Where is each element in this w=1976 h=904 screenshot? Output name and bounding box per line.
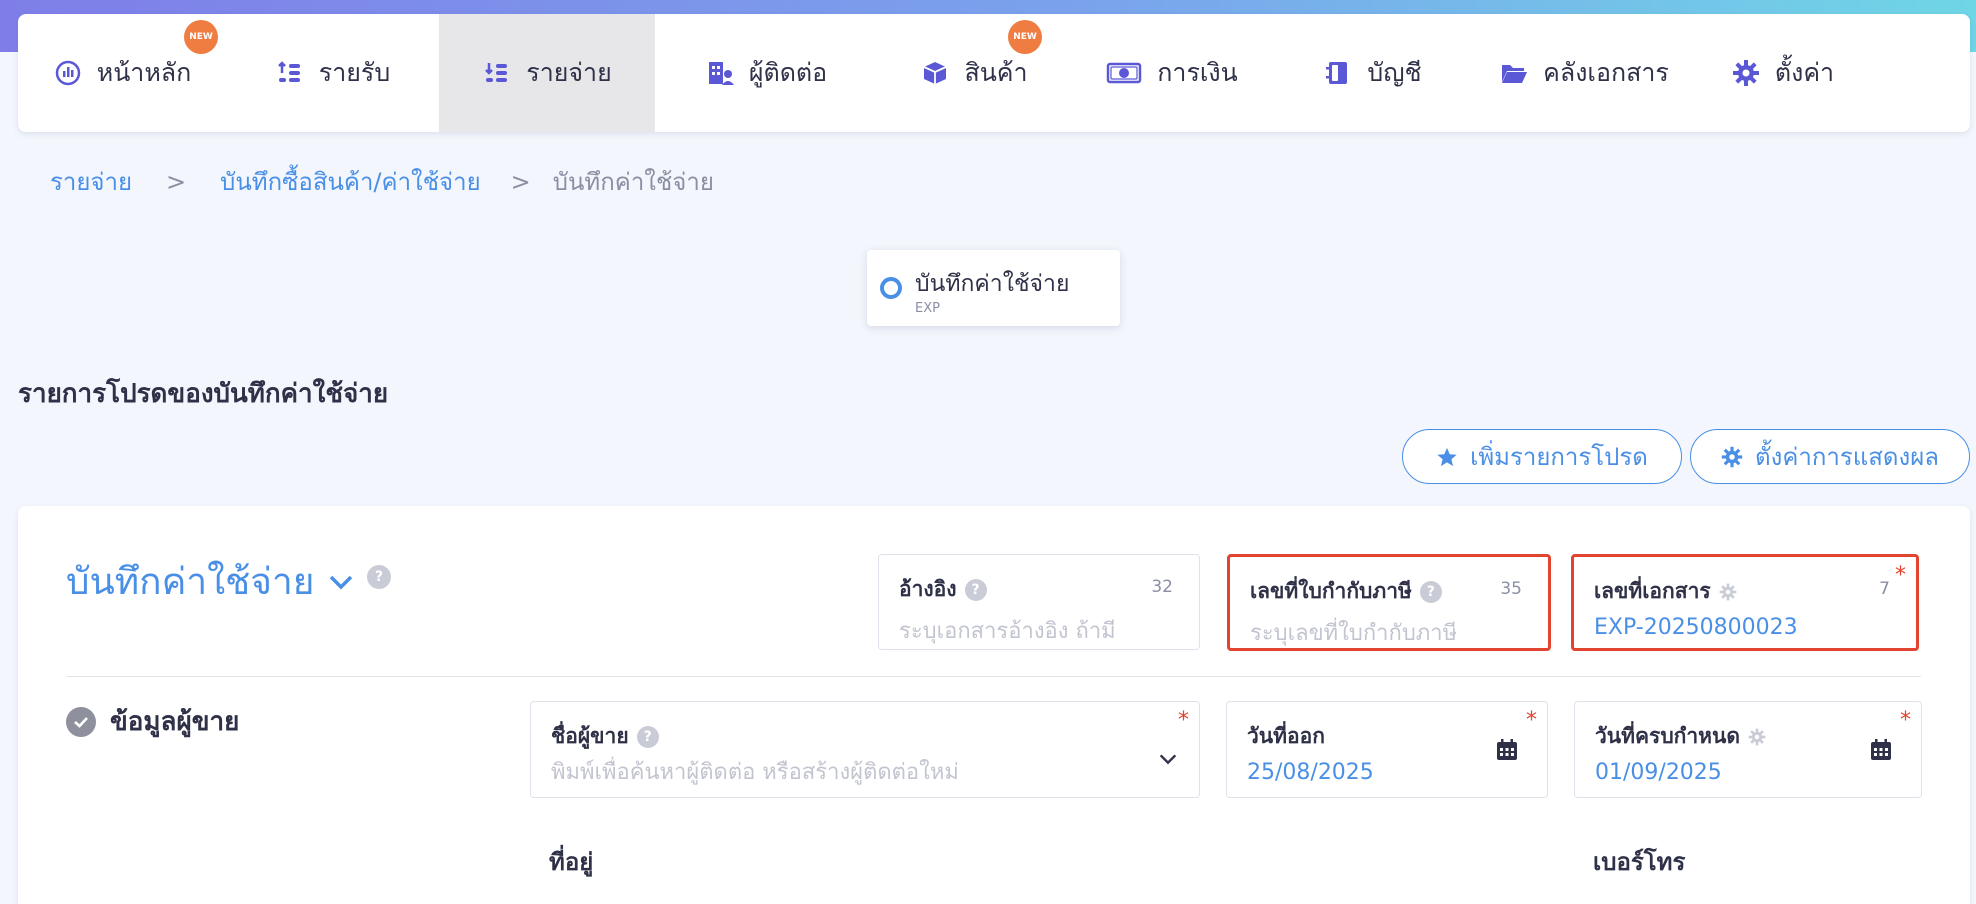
nav-label-expense: รายจ่าย — [526, 58, 612, 87]
chevron-down-icon — [330, 575, 353, 589]
calendar-icon[interactable] — [1495, 738, 1519, 762]
breadcrumb-separator: > — [166, 167, 187, 196]
doc-title: บันทึกค่าใช้จ่าย — [66, 560, 315, 603]
nav-label-settings: ตั้งค่า — [1774, 58, 1835, 87]
doctype-code: EXP — [915, 301, 940, 316]
document-number-field[interactable]: เลขที่เอกสาร 7 * EXP-20250800023 — [1571, 554, 1919, 651]
breadcrumb-separator: > — [510, 167, 531, 196]
expense-icon — [482, 58, 512, 88]
required-marker: * — [1895, 563, 1906, 588]
required-marker: * — [1178, 708, 1189, 733]
required-marker: * — [1900, 708, 1911, 733]
vendor-section-title: ข้อมูลผู้ขาย — [66, 701, 239, 742]
reference-field[interactable]: อ้างอิง ? 32 ระบุเอกสารอ้างอิง ถ้ามี — [878, 554, 1200, 650]
star-icon — [1437, 447, 1457, 466]
nav-label-contacts: ผู้ติดต่อ — [748, 58, 828, 87]
section-divider — [66, 676, 1921, 677]
contacts-icon — [705, 58, 735, 88]
help-icon[interactable]: ? — [636, 725, 659, 748]
document-number-char-counter: 7 — [1879, 579, 1890, 599]
nav-item-documents[interactable]: คลังเอกสาร — [1473, 14, 1695, 132]
address-label: ที่อยู่ — [549, 848, 594, 876]
nav-label-products: สินค้า — [964, 58, 1028, 87]
gear-icon — [1721, 446, 1743, 467]
vendor-name-label: ชื่อผู้ขาย — [551, 724, 629, 748]
main-nav: หน้าหลัก NEW รายรับ รายจ่าย ผู้ติดต่อ สิ… — [18, 14, 1970, 132]
doc-type-dropdown[interactable]: บันทึกค่าใช้จ่าย — [66, 552, 356, 611]
display-settings-button[interactable]: ตั้งค่าการแสดงผล — [1690, 429, 1970, 484]
nav-label-income: รายรับ — [318, 58, 391, 87]
document-number-label: เลขที่เอกสาร — [1594, 579, 1711, 603]
money-icon — [1105, 58, 1143, 88]
favorites-heading: รายการโปรดของบันทึกค่าใช้จ่าย — [18, 379, 389, 409]
gear-icon — [1731, 58, 1761, 88]
product-box-icon — [920, 58, 950, 88]
issue-date-field[interactable]: วันที่ออก * 25/08/2025 — [1226, 701, 1548, 798]
help-icon[interactable]: ? — [964, 578, 987, 601]
document-number-value: EXP-20250800023 — [1594, 615, 1798, 640]
gear-icon[interactable] — [1748, 728, 1766, 746]
doctype-title: บันทึกค่าใช้จ่าย — [915, 271, 1070, 297]
chevron-down-icon[interactable] — [1157, 748, 1179, 770]
nav-item-home[interactable]: หน้าหลัก NEW — [18, 14, 226, 132]
tax-invoice-placeholder: ระบุเลขที่ใบกำกับภาษี — [1250, 621, 1458, 646]
nav-item-products[interactable]: สินค้า NEW — [877, 14, 1071, 132]
calendar-icon[interactable] — [1869, 738, 1893, 762]
required-marker: * — [1526, 708, 1537, 733]
due-date-field[interactable]: วันที่ครบกำหนด * 01/09/2025 — [1574, 701, 1922, 798]
nav-item-contacts[interactable]: ผู้ติดต่อ — [655, 14, 877, 132]
tax-invoice-char-counter: 35 — [1500, 579, 1522, 599]
nav-item-income[interactable]: รายรับ — [226, 14, 439, 132]
issue-date-value: 25/08/2025 — [1247, 760, 1374, 785]
due-date-label: วันที่ครบกำหนด — [1595, 724, 1740, 748]
vendor-name-placeholder: พิมพ์เพื่อค้นหาผู้ติดต่อ หรือสร้างผู้ติด… — [551, 760, 959, 785]
radio-selected-icon[interactable] — [880, 277, 902, 299]
nav-label-home: หน้าหลัก — [96, 58, 192, 87]
vendor-section-label: ข้อมูลผู้ขาย — [110, 707, 240, 737]
nav-label-accounting: บัญชี — [1367, 58, 1422, 87]
reference-char-counter: 32 — [1151, 577, 1173, 597]
breadcrumb-current: บันทึกค่าใช้จ่าย — [552, 168, 714, 196]
issue-date-label: วันที่ออก — [1247, 724, 1325, 748]
add-favorite-label: เพิ่มรายการโปรด — [1470, 443, 1648, 471]
dashboard-icon — [53, 58, 83, 88]
reference-placeholder: ระบุเอกสารอ้างอิง ถ้ามี — [899, 619, 1116, 644]
reference-label: อ้างอิง — [899, 577, 957, 601]
new-badge: NEW — [1008, 20, 1042, 54]
nav-label-documents: คลังเอกสาร — [1543, 58, 1669, 87]
nav-item-accounting[interactable]: บัญชี — [1272, 14, 1473, 132]
check-circle-icon — [66, 706, 96, 737]
display-settings-label: ตั้งค่าการแสดงผล — [1755, 443, 1939, 471]
new-badge: NEW — [184, 20, 218, 54]
nav-item-settings[interactable]: ตั้งค่า — [1695, 14, 1870, 132]
help-icon[interactable]: ? — [367, 565, 391, 589]
income-icon — [275, 58, 305, 88]
nav-label-finance: การเงิน — [1157, 58, 1238, 87]
vendor-name-select[interactable]: ชื่อผู้ขาย ? * พิมพ์เพื่อค้นหาผู้ติดต่อ … — [530, 701, 1200, 798]
folder-icon — [1499, 58, 1529, 88]
add-favorite-button[interactable]: เพิ่มรายการโปรด — [1402, 429, 1682, 484]
ledger-icon — [1323, 58, 1353, 88]
due-date-value: 01/09/2025 — [1595, 760, 1722, 785]
nav-item-finance[interactable]: การเงิน — [1071, 14, 1272, 132]
nav-item-expense[interactable]: รายจ่าย — [439, 14, 655, 132]
breadcrumb-purchase-link[interactable]: บันทึกซื้อสินค้า/ค่าใช้จ่าย — [220, 162, 481, 201]
breadcrumb: รายจ่าย > บันทึกซื้อสินค้า/ค่าใช้จ่าย > … — [50, 162, 714, 201]
help-icon[interactable]: ? — [1419, 580, 1442, 603]
phone-label: เบอร์โทร — [1593, 848, 1686, 876]
tax-invoice-label: เลขที่ใบกำกับภาษี — [1250, 579, 1412, 603]
breadcrumb-expense-link[interactable]: รายจ่าย — [50, 162, 132, 201]
gear-icon[interactable] — [1719, 583, 1737, 601]
doctype-option-expense[interactable]: บันทึกค่าใช้จ่าย EXP — [867, 250, 1120, 326]
tax-invoice-number-field[interactable]: เลขที่ใบกำกับภาษี ? 35 ระบุเลขที่ใบกำกับ… — [1227, 554, 1551, 651]
